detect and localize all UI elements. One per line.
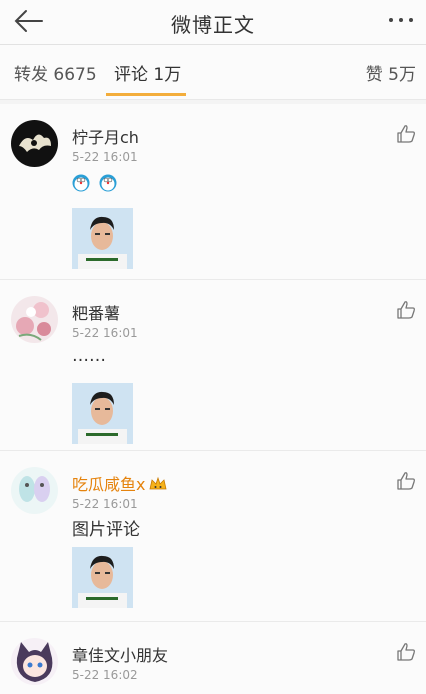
comment-item: 章佳文小朋友 5-22 16:02 bbox=[0, 622, 426, 694]
tab-like[interactable]: 赞 5万 bbox=[366, 60, 416, 85]
comment-emoji-row bbox=[72, 174, 121, 193]
comment-time: 5-22 16:01 bbox=[72, 150, 138, 164]
tab-repost[interactable]: 转发 6675 bbox=[14, 60, 97, 85]
thumbs-up-icon[interactable] bbox=[396, 471, 416, 491]
comment-item: 粑番薯 5-22 16:01 …… bbox=[0, 280, 426, 451]
comment-username[interactable]: 粑番薯 bbox=[72, 300, 120, 324]
more-dots-icon[interactable] bbox=[384, 10, 418, 30]
comment-username-text[interactable]: 吃瓜咸鱼x bbox=[72, 475, 145, 494]
avatar[interactable] bbox=[11, 120, 58, 167]
comment-item: 柠子月ch 5-22 16:01 bbox=[0, 104, 426, 280]
top-nav-bar: 微博正文 bbox=[0, 0, 426, 45]
tab-bar: 转发 6675 评论 1万 赞 5万 bbox=[0, 45, 426, 100]
page-title: 微博正文 bbox=[171, 13, 255, 37]
comment-item: 吃瓜咸鱼x 5-22 16:01 图片评论 bbox=[0, 451, 426, 622]
avatar[interactable] bbox=[11, 638, 58, 685]
tab-comment[interactable]: 评论 1万 bbox=[114, 60, 181, 85]
comment-username[interactable]: 吃瓜咸鱼x bbox=[72, 471, 167, 495]
thumbs-up-icon[interactable] bbox=[396, 124, 416, 144]
comment-image[interactable] bbox=[72, 383, 133, 444]
avatar[interactable] bbox=[11, 467, 58, 514]
crown-badge-icon bbox=[149, 476, 167, 490]
active-tab-indicator bbox=[106, 93, 186, 96]
comment-username[interactable]: 章佳文小朋友 bbox=[72, 642, 168, 666]
comment-text: …… bbox=[72, 346, 106, 366]
thumbs-up-icon[interactable] bbox=[396, 300, 416, 320]
comment-time: 5-22 16:02 bbox=[72, 668, 138, 682]
comment-text: 图片评论 bbox=[72, 520, 140, 540]
doraemon-icon bbox=[72, 174, 90, 192]
comment-image[interactable] bbox=[72, 208, 133, 269]
comment-time: 5-22 16:01 bbox=[72, 326, 138, 340]
comment-list: 柠子月ch 5-22 16:01 粑番薯 5-22 16:01 …… 吃瓜咸鱼x… bbox=[0, 104, 426, 694]
avatar[interactable] bbox=[11, 296, 58, 343]
doraemon-icon bbox=[99, 174, 117, 192]
comment-image[interactable] bbox=[72, 547, 133, 608]
comment-time: 5-22 16:01 bbox=[72, 497, 138, 511]
comment-username[interactable]: 柠子月ch bbox=[72, 124, 139, 148]
thumbs-up-icon[interactable] bbox=[396, 642, 416, 662]
